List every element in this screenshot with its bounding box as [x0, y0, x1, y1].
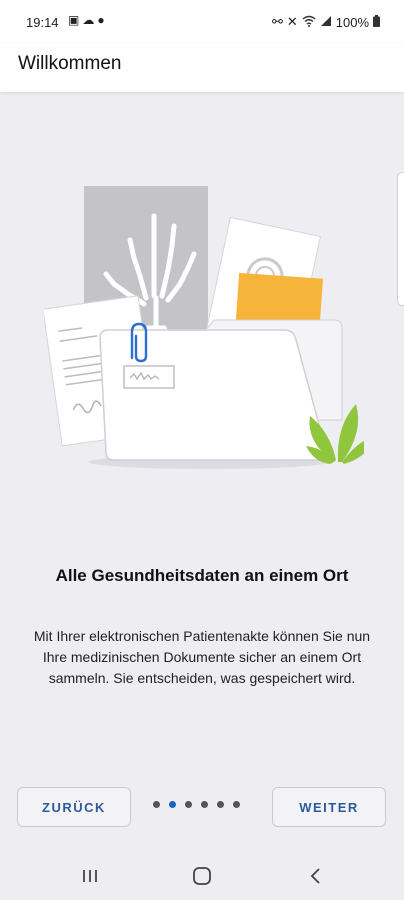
system-nav-bar — [0, 852, 404, 900]
battery-icon — [373, 14, 380, 30]
edge-panel-handle[interactable] — [397, 172, 404, 306]
page-dot — [185, 801, 192, 808]
home-icon[interactable] — [190, 864, 214, 888]
page-dot-active — [169, 801, 176, 808]
gallery-icon: ▣ — [68, 13, 83, 27]
battery-text: 100% — [335, 14, 369, 30]
page-dot — [217, 801, 224, 808]
status-bar: 19:14 ▣☁● ⚯ ✕ 100% — [0, 0, 404, 44]
recents-icon[interactable] — [78, 864, 102, 888]
next-button[interactable]: WEITER — [272, 787, 386, 827]
page-dot — [201, 801, 208, 808]
status-left-icons: ▣☁● — [68, 13, 108, 27]
back-icon[interactable] — [304, 864, 328, 888]
page-dot — [233, 801, 240, 808]
link-icon: ⚯ — [271, 14, 283, 29]
page-title: Willkommen — [18, 53, 122, 74]
status-right-icons: ⚯ ✕ 100% — [272, 14, 380, 30]
documents-folder-illustration — [42, 180, 378, 480]
location-icon: ● — [97, 13, 108, 27]
status-time: 19:14 — [26, 15, 59, 30]
onboarding-description: Mit Ihrer elektronischen Patientenakte k… — [33, 628, 371, 686]
page-indicator — [153, 801, 240, 808]
mute-icon: ✕ — [286, 14, 298, 29]
signal-icon — [320, 15, 332, 30]
cloud-icon: ☁ — [82, 13, 98, 27]
onboarding-headline: Alle Gesundheitsdaten an einem Ort — [55, 566, 349, 585]
wifi-icon — [302, 15, 316, 30]
back-button[interactable]: ZURÜCK — [17, 787, 131, 827]
page-dot — [153, 801, 160, 808]
app-bar: Willkommen — [0, 44, 404, 92]
